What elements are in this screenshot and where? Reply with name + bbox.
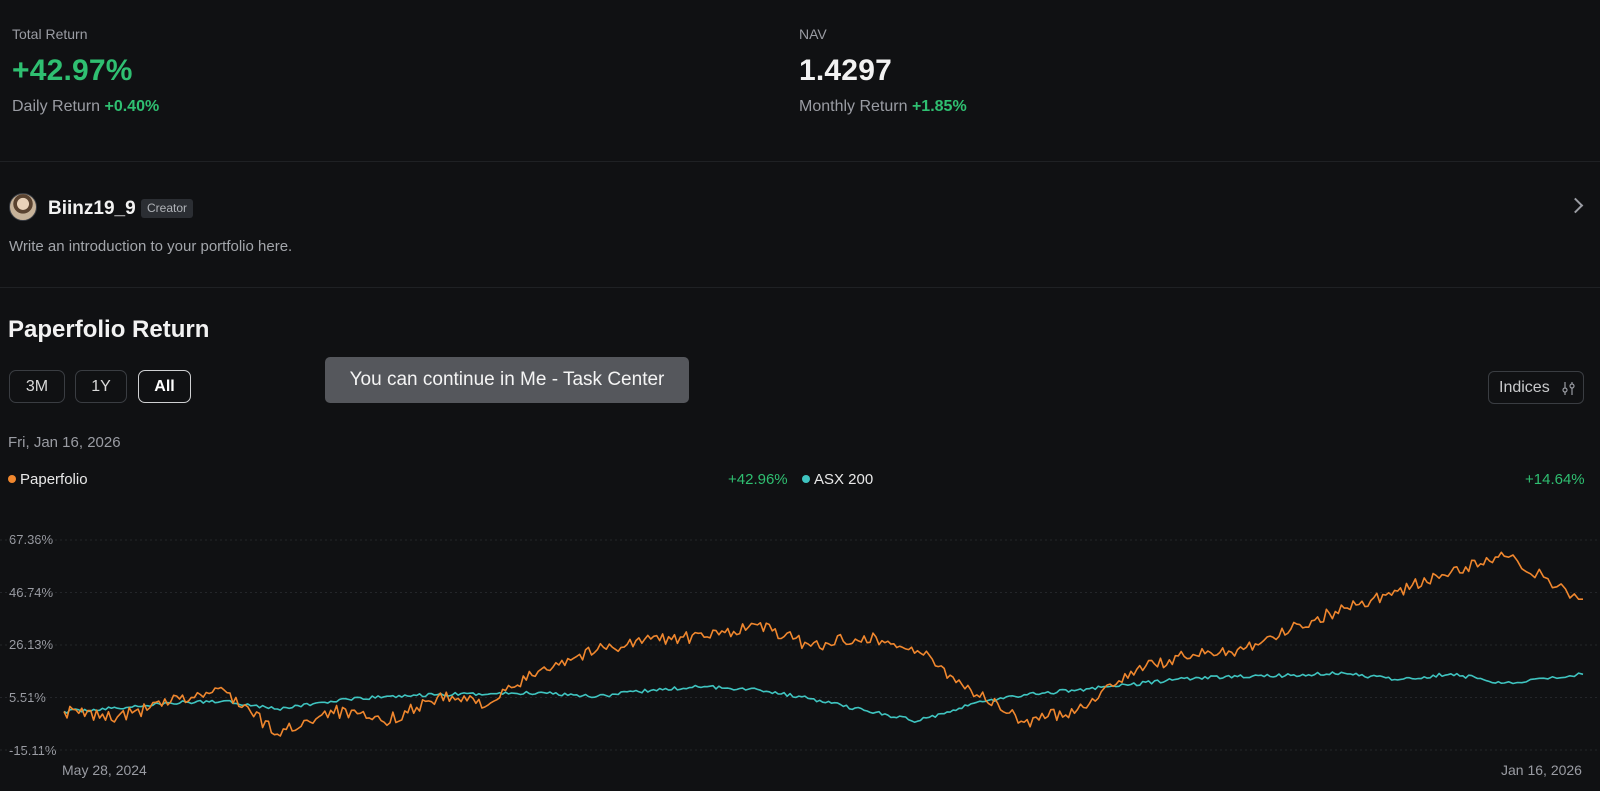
return-chart[interactable] xyxy=(0,0,1600,791)
